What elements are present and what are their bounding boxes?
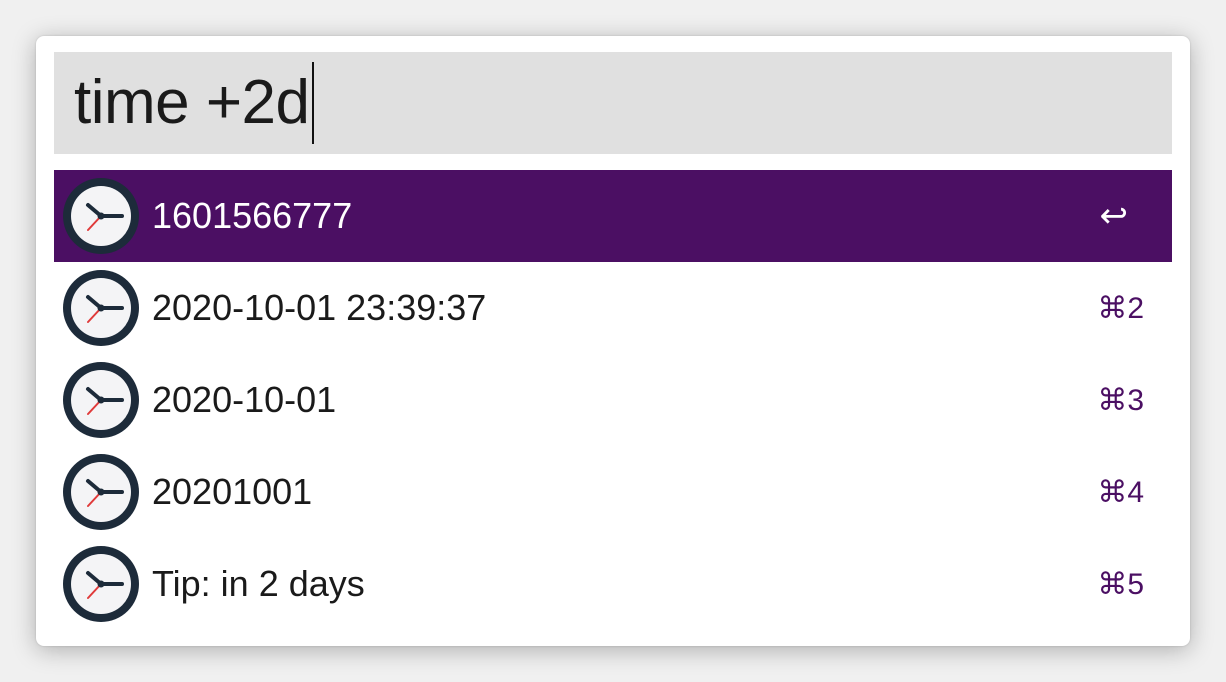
- shortcut-hint: ⌘2: [1097, 291, 1144, 325]
- result-title: 20201001: [152, 471, 313, 512]
- shortcut-hint: ⌘5: [1097, 567, 1144, 601]
- result-title: 1601566777: [152, 195, 353, 236]
- result-item-2[interactable]: 2020-10-01 23:39:37 ⌘2: [54, 262, 1172, 354]
- text-caret: [311, 62, 314, 144]
- result-item-3[interactable]: 2020-10-01 ⌘3: [54, 354, 1172, 446]
- results-list: 1601566777 ↩ 2020-10-01 23:39:37 ⌘2 2020…: [54, 170, 1172, 630]
- clock-icon: [63, 546, 139, 622]
- return-key-hint: ↩: [1099, 197, 1129, 235]
- result-title: 2020-10-01 23:39:37: [152, 287, 487, 328]
- clock-icon: [63, 178, 139, 254]
- search-input[interactable]: time +2d: [54, 52, 1172, 154]
- clock-icon: [63, 362, 139, 438]
- result-item-5[interactable]: Tip: in 2 days ⌘5: [54, 538, 1172, 630]
- clock-icon: [63, 454, 139, 530]
- clock-icon: [63, 270, 139, 346]
- search-query-text[interactable]: time +2d: [74, 72, 310, 134]
- result-item-1[interactable]: 1601566777 ↩: [54, 170, 1172, 262]
- result-title: Tip: in 2 days: [152, 563, 365, 604]
- result-title: 2020-10-01: [152, 379, 337, 420]
- shortcut-hint: ⌘3: [1097, 383, 1144, 417]
- launcher-window: time +2d 1601566777 ↩ 2020-10-01 23:39:3…: [36, 36, 1190, 646]
- result-item-4[interactable]: 20201001 ⌘4: [54, 446, 1172, 538]
- shortcut-hint: ⌘4: [1097, 475, 1144, 509]
